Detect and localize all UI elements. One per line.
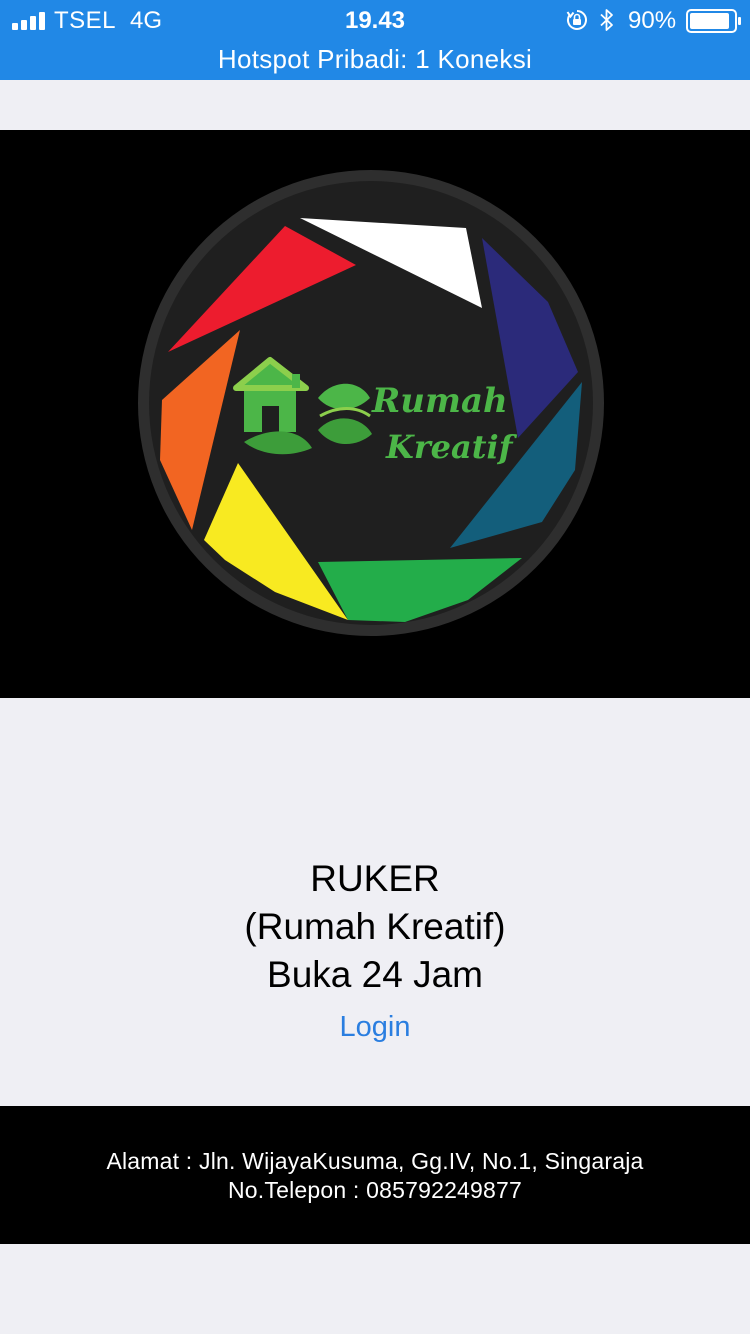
- login-link[interactable]: Login: [340, 1009, 411, 1045]
- bluetooth-icon: [600, 9, 613, 31]
- footer: Alamat : Jln. WijayaKusuma, Gg.IV, No.1,…: [0, 1106, 750, 1244]
- logo-text-rumah: Rumah: [371, 381, 508, 421]
- business-name: RUKER: [310, 858, 440, 899]
- rumah-kreatif-logo: Rumah Kreatif: [138, 170, 604, 636]
- battery-icon: [686, 9, 741, 33]
- logo-text-kreatif: Kreatif: [385, 428, 518, 466]
- footer-phone: No.Telepon : 085792249877: [227, 1177, 523, 1203]
- orientation-lock-icon: [566, 10, 587, 30]
- hero-banner: Rumah Kreatif: [0, 130, 750, 698]
- info-section: RUKER (Rumah Kreatif) Buka 24 Jam Login: [0, 855, 750, 1045]
- battery-percentage: 90%: [628, 7, 677, 34]
- opening-hours: Buka 24 Jam: [267, 954, 483, 995]
- status-row: TSEL 4G 19.43 90%: [0, 0, 750, 42]
- footer-address: Alamat : Jln. WijayaKusuma, Gg.IV, No.1,…: [106, 1148, 644, 1174]
- business-full-name: (Rumah Kreatif): [244, 906, 506, 947]
- hotspot-banner[interactable]: Hotspot Pribadi: 1 Koneksi: [0, 44, 750, 74]
- status-bar: TSEL 4G 19.43 90% Hotspot Pribadi: 1 Kon…: [0, 0, 750, 80]
